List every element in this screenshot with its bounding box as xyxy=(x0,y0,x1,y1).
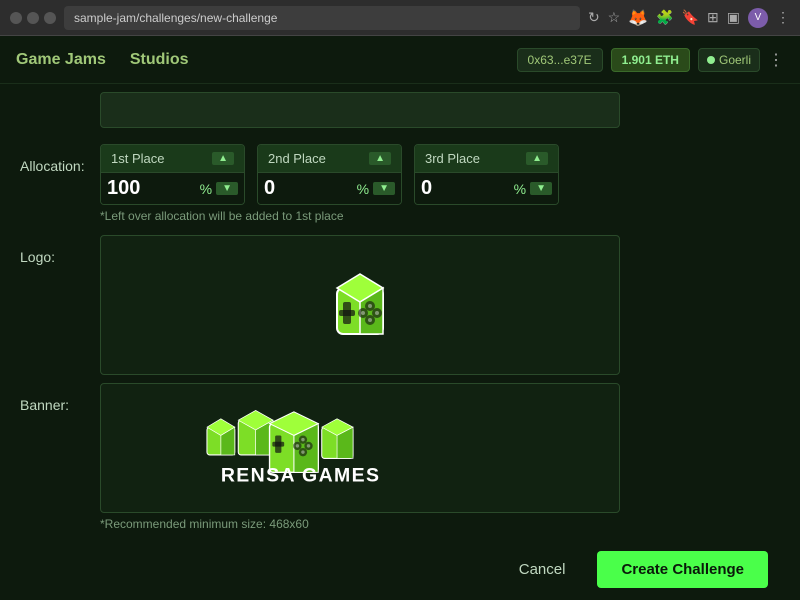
nav: Game Jams Studios 0x63...e37E 1.901 ETH … xyxy=(0,36,800,84)
banner-upload-area[interactable]: RENSA GAMES xyxy=(100,383,620,513)
logo-image xyxy=(315,260,405,350)
third-place-up-button[interactable]: ▲ xyxy=(526,152,548,165)
first-place-value: 100 xyxy=(107,177,196,200)
allocation-note: *Left over allocation will be added to 1… xyxy=(100,209,784,223)
logo-label: Logo: xyxy=(20,235,100,265)
metamask-icon[interactable]: 🦊 xyxy=(628,8,648,28)
second-place-percent: % xyxy=(357,181,369,197)
second-place-up-button[interactable]: ▲ xyxy=(369,152,391,165)
logo-upload-area[interactable] xyxy=(100,235,620,375)
rec-note: *Recommended minimum size: 468x60 xyxy=(100,517,784,531)
action-row: Cancel Create Challenge xyxy=(100,543,784,588)
star-icon[interactable]: ☆ xyxy=(608,9,621,26)
first-place-box: 1st Place ▲ 100 % ▼ xyxy=(100,144,245,205)
wallet-address[interactable]: 0x63...e37E xyxy=(517,48,603,72)
cancel-button[interactable]: Cancel xyxy=(499,551,586,588)
browser-dot-1 xyxy=(10,12,22,24)
place-boxes: 1st Place ▲ 100 % ▼ 2nd Place ▲ xyxy=(100,144,559,205)
third-place-header: 3rd Place ▲ xyxy=(415,145,558,173)
nav-wallet: 0x63...e37E 1.901 ETH Goerli ⋮ xyxy=(517,48,784,72)
main-content: Allocation: 1st Place ▲ 100 % ▼ xyxy=(0,84,800,600)
first-place-percent: % xyxy=(200,181,212,197)
more-icon[interactable]: ⋮ xyxy=(776,9,790,26)
third-place-label: 3rd Place xyxy=(425,151,480,166)
nav-studios[interactable]: Studios xyxy=(130,51,189,69)
second-place-input-row: 0 % ▼ xyxy=(258,173,401,204)
second-place-header: 2nd Place ▲ xyxy=(258,145,401,173)
banner-label: Banner: xyxy=(20,383,100,413)
first-place-up-button[interactable]: ▲ xyxy=(212,152,234,165)
first-place-input-row: 100 % ▼ xyxy=(101,173,244,204)
browser-url: sample-jam/challenges/new-challenge xyxy=(64,6,580,30)
second-place-value: 0 xyxy=(264,177,353,200)
third-place-percent: % xyxy=(514,181,526,197)
wallet-menu-button[interactable]: ⋮ xyxy=(768,50,784,70)
second-place-down-button[interactable]: ▼ xyxy=(373,182,395,195)
browser-bar: sample-jam/challenges/new-challenge ↻ ☆ … xyxy=(0,0,800,36)
first-place-label: 1st Place xyxy=(111,151,164,166)
wallet-balance: 1.901 ETH xyxy=(611,48,690,72)
bookmark-icon[interactable]: 🔖 xyxy=(682,9,699,26)
first-place-header: 1st Place ▲ xyxy=(101,145,244,173)
third-place-down-button[interactable]: ▼ xyxy=(530,182,552,195)
puzzle-icon[interactable]: 🧩 xyxy=(656,9,673,26)
browser-dot-2 xyxy=(27,12,39,24)
create-challenge-button[interactable]: Create Challenge xyxy=(597,551,768,588)
first-place-down-button[interactable]: ▼ xyxy=(216,182,238,195)
network-status-dot xyxy=(707,56,715,64)
allocation-label: Allocation: xyxy=(20,144,100,174)
banner-image: RENSA GAMES xyxy=(200,398,520,498)
second-place-box: 2nd Place ▲ 0 % ▼ xyxy=(257,144,402,205)
wallet-network[interactable]: Goerli xyxy=(698,48,760,72)
browser-controls xyxy=(10,12,56,24)
challenge-name-input[interactable] xyxy=(100,92,620,128)
second-place-label: 2nd Place xyxy=(268,151,326,166)
svg-text:RENSA GAMES: RENSA GAMES xyxy=(221,464,381,486)
refresh-icon[interactable]: ↻ xyxy=(588,9,600,26)
third-place-value: 0 xyxy=(421,177,510,200)
third-place-box: 3rd Place ▲ 0 % ▼ xyxy=(414,144,559,205)
browser-dot-3 xyxy=(44,12,56,24)
grid-icon[interactable]: ⊞ xyxy=(707,9,719,26)
profile-icon[interactable]: V xyxy=(748,8,768,28)
content-area: Allocation: 1st Place ▲ 100 % ▼ xyxy=(0,84,800,600)
third-place-input-row: 0 % ▼ xyxy=(415,173,558,204)
browser-icons: ↻ ☆ 🦊 🧩 🔖 ⊞ ▣ V ⋮ xyxy=(588,8,790,28)
tab-icon[interactable]: ▣ xyxy=(727,9,740,26)
nav-game-jams[interactable]: Game Jams xyxy=(16,51,106,69)
